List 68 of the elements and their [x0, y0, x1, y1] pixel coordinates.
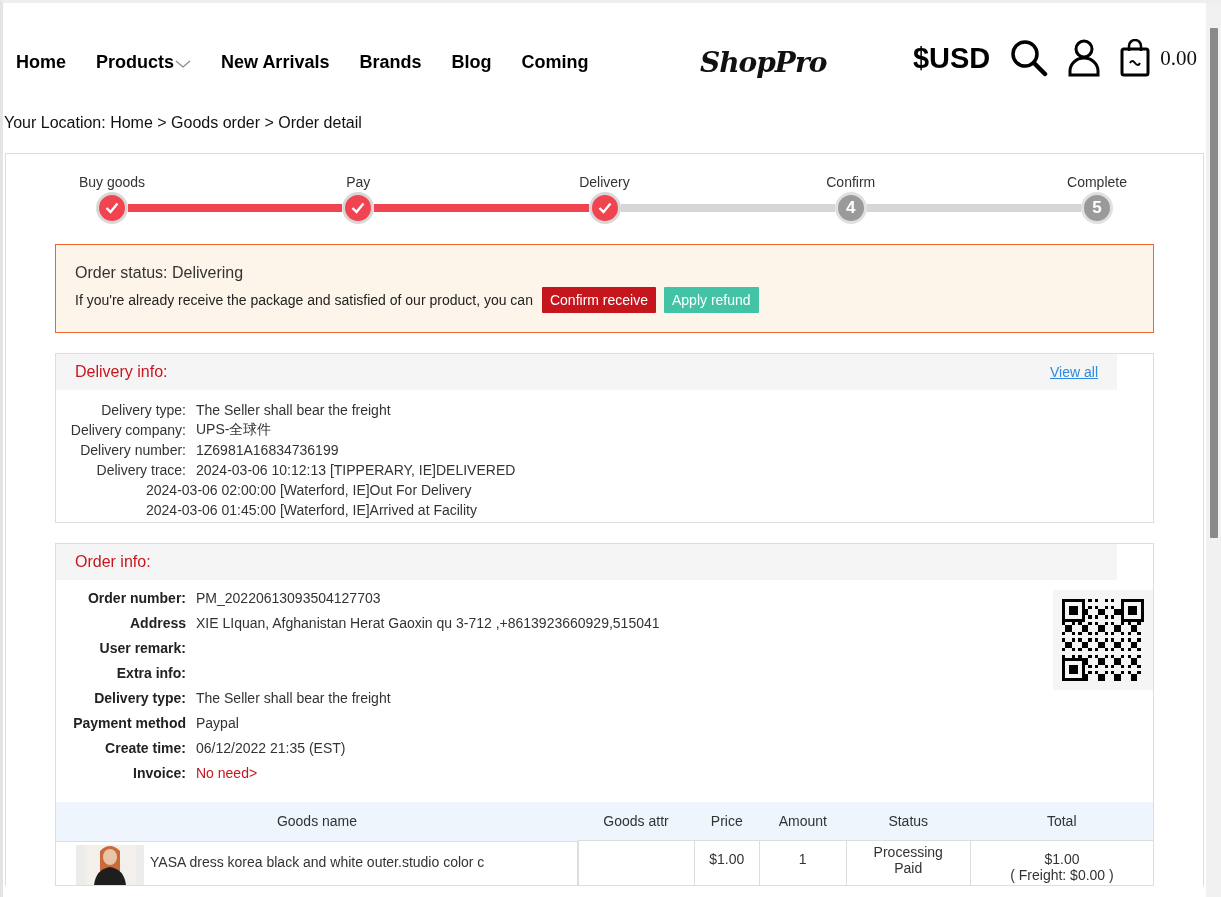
step-label: Complete	[1067, 174, 1127, 190]
total-value: $1.00	[1043, 851, 1081, 867]
field-value: The Seller shall bear the freight	[196, 402, 391, 418]
field-value: 1Z6981A16834736199	[196, 442, 339, 458]
breadcrumb: Your Location: Home > Goods order > Order detail	[3, 114, 363, 132]
field-label: Payment method	[72, 714, 187, 731]
nav-link[interactable]: Coming	[521, 51, 589, 73]
status-message: If you're already receive the package and satisfied of our product, you can	[75, 292, 533, 308]
product-name[interactable]: YASA dress korea black and white outer.studio color c	[150, 853, 485, 870]
scrollbar-track[interactable]	[1206, 3, 1221, 897]
column-header: Goods name	[56, 802, 578, 841]
column-header: Price	[694, 802, 760, 841]
user-icon[interactable]	[1068, 39, 1101, 77]
status-title: Order status: Delivering	[75, 264, 245, 282]
field-label: Delivery number:	[79, 442, 187, 458]
nav-link[interactable]: Brands	[359, 51, 422, 73]
field-value: Paypal	[196, 714, 239, 731]
field-value: 2024-03-06 10:12:13 [TIPPERARY, IE]DELIVERED	[196, 462, 516, 478]
card-title: Order info:	[75, 553, 151, 571]
field-label: Delivery type:	[93, 689, 187, 706]
nav-link[interactable]: Blog	[451, 51, 492, 73]
check-icon	[351, 202, 366, 214]
qr-code-icon	[1062, 599, 1144, 681]
shopping-bag-icon[interactable]	[1120, 39, 1151, 77]
column-header: Total	[970, 802, 1153, 841]
field-label: Order number:	[87, 589, 187, 606]
freight-value: ( Freight: $0.00 )	[1009, 867, 1115, 883]
field-label: Delivery company:	[69, 422, 187, 438]
status-text: Processing	[872, 844, 944, 860]
field-value: PM_20220613093504127703	[196, 589, 381, 606]
check-icon	[105, 202, 119, 214]
field-value: 06/12/2022 21:35 (EST)	[196, 739, 346, 756]
step-label: Buy goods	[78, 174, 146, 190]
column-header: Goods attr	[578, 802, 694, 841]
column-header: Status	[846, 802, 971, 841]
nav-link[interactable]: New Arrivals	[221, 51, 330, 73]
field-label: Delivery type:	[100, 402, 187, 418]
field-value: XIE LIquan, Afghanistan Herat Gaoxin qu 3-712 ,+8613923660929,515041	[196, 614, 660, 631]
step-marker: 5	[1081, 192, 1113, 224]
nav-link[interactable]: Products	[96, 51, 192, 73]
field-label: Create time:	[104, 739, 187, 756]
field-label: Extra info:	[115, 664, 187, 681]
logo[interactable]: ShopPro	[700, 45, 827, 79]
field-value: UPS-全球件	[196, 421, 272, 439]
trace-entry: 2024-03-06 01:45:00 [Waterford, IE]Arrived at Facility	[145, 501, 478, 520]
column-header: Amount	[759, 802, 846, 841]
cart-total: 0.00	[1160, 45, 1197, 71]
field-label: Address	[128, 614, 187, 631]
currency-selector[interactable]: $USD	[912, 41, 991, 75]
status-text: Paid	[893, 860, 924, 876]
search-icon[interactable]	[1010, 39, 1049, 77]
nav-link[interactable]: Home	[16, 51, 66, 73]
scrollbar-thumb[interactable]	[1210, 28, 1218, 538]
trace-entry: 2024-03-06 02:00:00 [Waterford, IE]Out For Delivery	[145, 481, 473, 500]
field-label: Invoice:	[132, 764, 187, 781]
table-cell: $1.00	[694, 840, 760, 885]
invoice-link[interactable]: No need>	[196, 764, 258, 781]
field-value: The Seller shall bear the freight	[196, 689, 391, 706]
check-icon	[597, 202, 612, 214]
confirm-button[interactable]: Confirm receive	[541, 287, 656, 313]
step-label: Confirm	[826, 174, 876, 190]
step-label: Delivery	[579, 174, 630, 190]
step-marker: 4	[834, 192, 867, 224]
card-title: Delivery info:	[75, 363, 168, 381]
field-label: Delivery trace:	[95, 462, 187, 478]
field-label: User remark:	[98, 639, 187, 656]
step-label: Pay	[346, 174, 371, 190]
table-cell: 1	[759, 840, 846, 885]
